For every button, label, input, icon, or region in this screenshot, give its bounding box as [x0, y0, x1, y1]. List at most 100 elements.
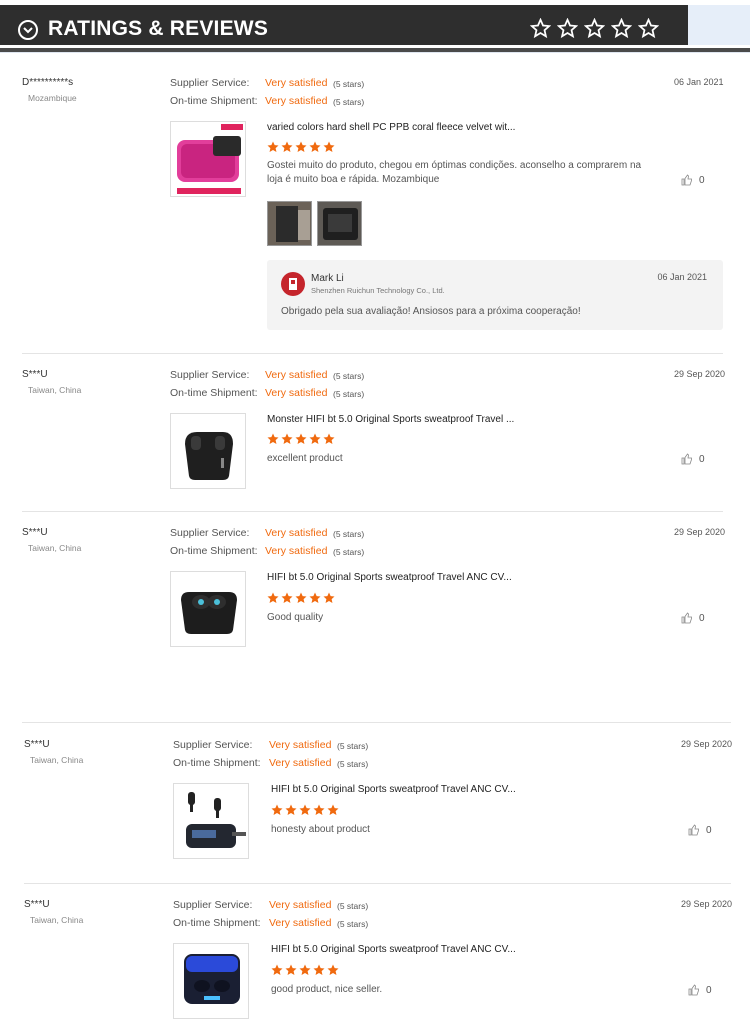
- review-text: excellent product: [267, 453, 343, 464]
- seller-company: Shenzhen Ruichun Technology Co., Ltd.: [311, 286, 445, 295]
- star-filled-icon: [327, 803, 339, 815]
- supplier-service-label: Supplier Service:: [173, 899, 253, 911]
- review-text: honesty about product: [271, 824, 370, 835]
- review-date: 29 Sep 2020: [681, 739, 733, 749]
- review-divider: [22, 353, 723, 354]
- review-star-rating: [271, 803, 339, 815]
- chevron-down-icon[interactable]: [18, 20, 38, 40]
- supplier-service-stars: (5 stars): [337, 741, 369, 751]
- shipment-label: On-time Shipment:: [173, 757, 261, 769]
- reviewer-name: D**********s: [22, 77, 74, 88]
- ratings-header: RATINGS & REVIEWS: [0, 5, 688, 45]
- supplier-service-label: Supplier Service:: [170, 369, 250, 381]
- review-photo[interactable]: [267, 201, 312, 246]
- star-filled-icon: [313, 963, 325, 975]
- like-count: 0: [706, 824, 712, 836]
- supplier-service-value: Very satisfied: [265, 369, 328, 381]
- shipment-value: Very satisfied: [265, 387, 328, 399]
- product-thumbnail[interactable]: [170, 121, 246, 197]
- shipment-value: Very satisfied: [269, 917, 332, 929]
- shipment-value: Very satisfied: [265, 545, 328, 557]
- product-title-link[interactable]: Monster HIFI bt 5.0 Original Sports swea…: [267, 414, 514, 425]
- like-count: 0: [699, 612, 705, 624]
- review-text: Gostei muito do produto, chegou em óptim…: [267, 160, 642, 185]
- star-filled-icon: [323, 140, 335, 152]
- supplier-service-label: Supplier Service:: [170, 77, 250, 89]
- seller-reply: Mark Li Shenzhen Ruichun Technology Co.,…: [267, 260, 723, 330]
- star-filled-icon: [309, 432, 321, 444]
- like-button[interactable]: 0: [681, 453, 705, 465]
- thumbs-up-icon: [681, 453, 692, 465]
- star-filled-icon: [313, 803, 325, 815]
- review-text: good product, nice seller.: [271, 984, 383, 995]
- product-thumbnail[interactable]: [170, 571, 246, 647]
- seller-name: Mark Li: [311, 273, 344, 284]
- product-title-link[interactable]: HIFI bt 5.0 Original Sports sweatproof T…: [271, 784, 516, 795]
- review-star-rating: [267, 591, 335, 603]
- like-count: 0: [699, 174, 705, 186]
- star-filled-icon: [295, 140, 307, 152]
- supplier-service-value: Very satisfied: [269, 739, 332, 751]
- review-star-rating: [271, 963, 339, 975]
- like-button[interactable]: 0: [681, 612, 705, 624]
- product-title-link[interactable]: HIFI bt 5.0 Original Sports sweatproof T…: [271, 944, 516, 955]
- star-filled-icon: [285, 963, 297, 975]
- star-outline-icon: [529, 17, 552, 39]
- product-title-link[interactable]: HIFI bt 5.0 Original Sports sweatproof T…: [267, 572, 512, 583]
- header-underline-light: [0, 52, 750, 53]
- star-filled-icon: [309, 591, 321, 603]
- star-filled-icon: [267, 591, 279, 603]
- reply-date: 06 Jan 2021: [657, 272, 707, 282]
- shipment-stars: (5 stars): [337, 759, 369, 769]
- review-date: 29 Sep 2020: [674, 369, 726, 379]
- like-button[interactable]: 0: [688, 824, 712, 836]
- shipment-stars: (5 stars): [333, 547, 365, 557]
- shipment-stars: (5 stars): [333, 389, 365, 399]
- star-filled-icon: [281, 140, 293, 152]
- reviewer-name: S***U: [22, 527, 48, 538]
- star-filled-icon: [271, 803, 283, 815]
- supplier-service-label: Supplier Service:: [170, 527, 250, 539]
- shipment-label: On-time Shipment:: [173, 917, 261, 929]
- thumbs-up-icon: [688, 824, 699, 836]
- seller-logo: [281, 272, 305, 296]
- shipment-label: On-time Shipment:: [170, 545, 258, 557]
- star-filled-icon: [309, 140, 321, 152]
- shipment-stars: (5 stars): [337, 919, 369, 929]
- reviewer-location: Taiwan, China: [28, 543, 82, 553]
- product-thumbnail[interactable]: [173, 783, 249, 859]
- header-star-rating: [529, 17, 660, 39]
- supplier-service-value: Very satisfied: [265, 77, 328, 89]
- shipment-value: Very satisfied: [265, 95, 328, 107]
- shipment-stars: (5 stars): [333, 97, 365, 107]
- star-outline-icon: [583, 17, 606, 39]
- like-count: 0: [706, 984, 712, 996]
- supplier-service-value: Very satisfied: [265, 527, 328, 539]
- supplier-service-label: Supplier Service:: [173, 739, 253, 751]
- star-filled-icon: [271, 963, 283, 975]
- supplier-service-value: Very satisfied: [269, 899, 332, 911]
- supplier-service-stars: (5 stars): [333, 371, 365, 381]
- shipment-label: On-time Shipment:: [170, 95, 258, 107]
- product-thumbnail[interactable]: [173, 943, 249, 1019]
- reviewer-location: Mozambique: [28, 93, 77, 103]
- star-filled-icon: [299, 963, 311, 975]
- star-filled-icon: [295, 432, 307, 444]
- review-text: Good quality: [267, 612, 324, 623]
- reviewer-name: S***U: [24, 899, 50, 910]
- review-photo[interactable]: [317, 201, 362, 246]
- star-filled-icon: [267, 432, 279, 444]
- like-button[interactable]: 0: [681, 174, 705, 186]
- product-title-link[interactable]: varied colors hard shell PC PPB coral fl…: [267, 122, 515, 133]
- reviewer-location: Taiwan, China: [30, 755, 84, 765]
- shipment-label: On-time Shipment:: [170, 387, 258, 399]
- review-date: 29 Sep 2020: [674, 527, 726, 537]
- product-thumbnail[interactable]: [170, 413, 246, 489]
- supplier-service-stars: (5 stars): [333, 79, 365, 89]
- like-button[interactable]: 0: [688, 984, 712, 996]
- section-title: RATINGS & REVIEWS: [48, 17, 269, 40]
- star-outline-icon: [637, 17, 660, 39]
- star-filled-icon: [323, 432, 335, 444]
- review-date: 06 Jan 2021: [674, 77, 724, 87]
- star-filled-icon: [267, 140, 279, 152]
